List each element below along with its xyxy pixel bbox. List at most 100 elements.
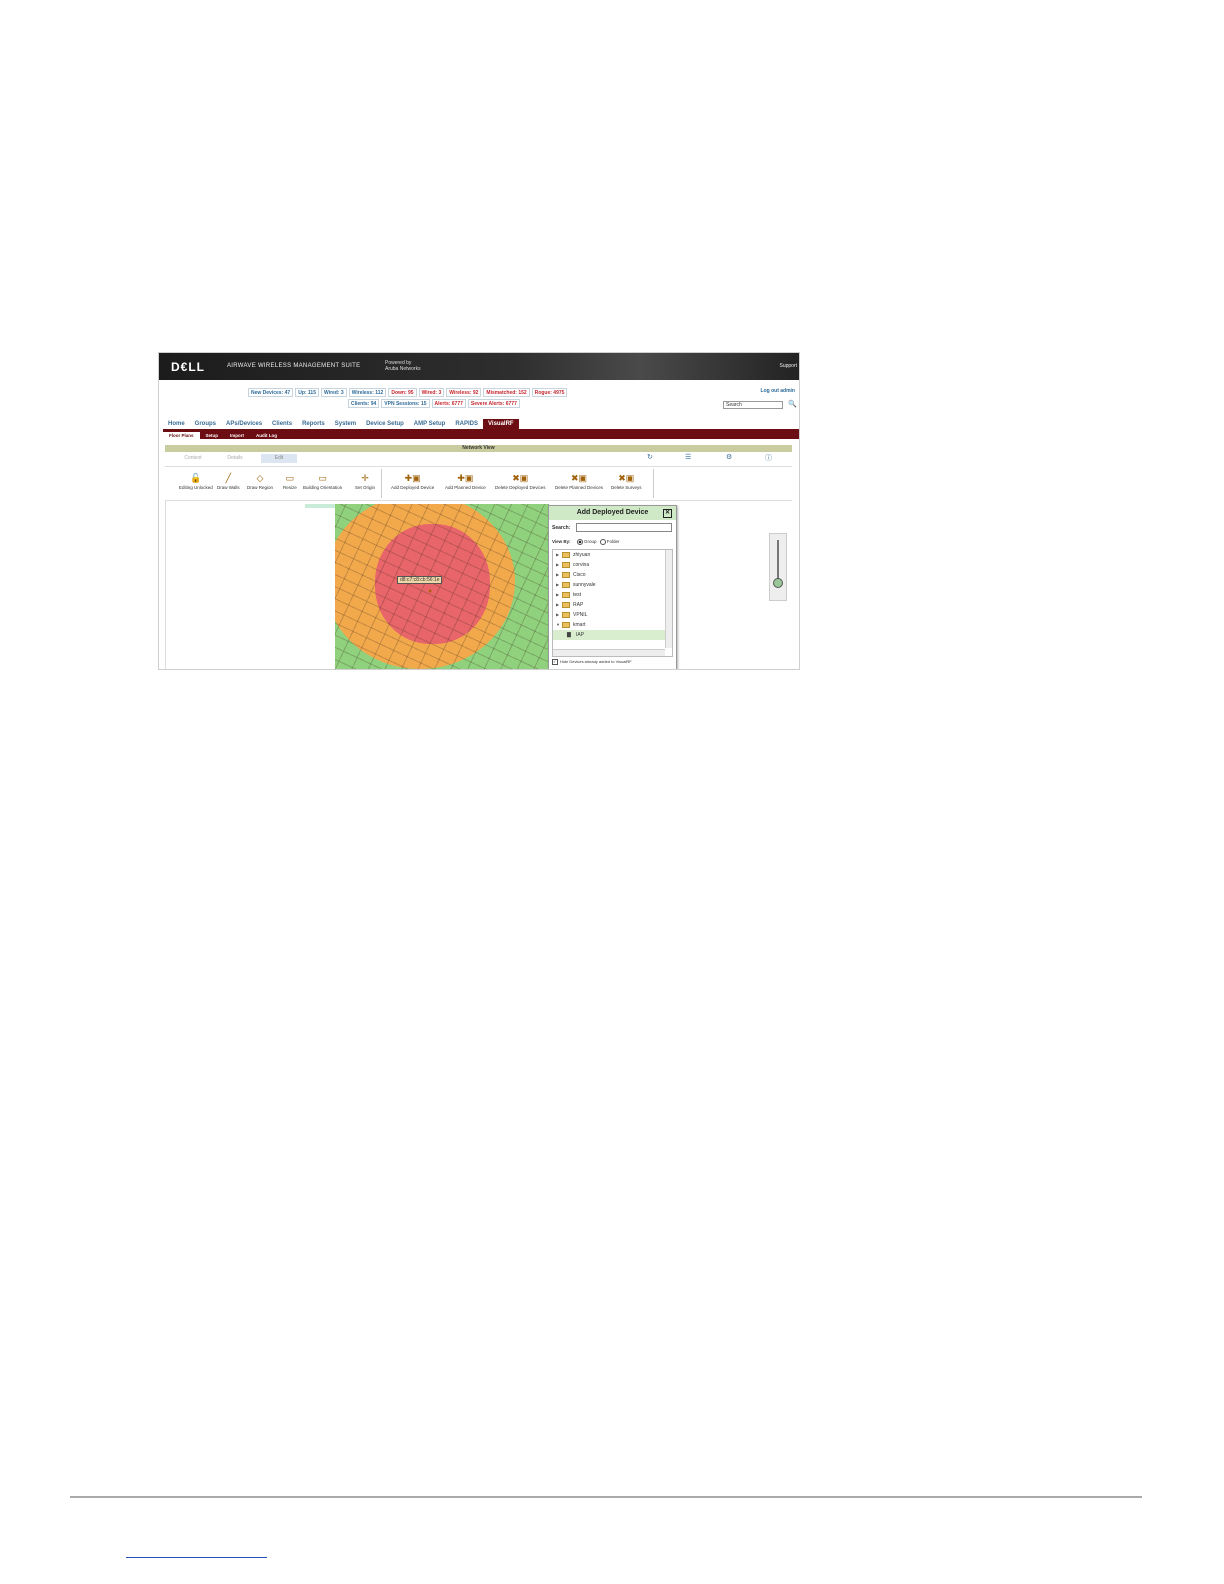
left-pane-divider — [165, 500, 166, 669]
tool-add-deployed-device[interactable]: ✚▣ Add Deployed Device — [391, 471, 434, 491]
tree-node-label: corvina — [573, 562, 590, 568]
tree-node[interactable]: ▶ Cisco — [553, 570, 672, 580]
nav-tab-device-setup[interactable]: Device Setup — [361, 419, 409, 429]
tree-horizontal-scrollbar[interactable] — [553, 649, 665, 656]
tree-node-label: zhiyuan — [573, 552, 591, 558]
tree-node[interactable]: ▶ RAP — [553, 600, 672, 610]
subnav-tab-setup[interactable]: Setup — [200, 432, 225, 439]
tool-draw-region[interactable]: ◇ Draw Region — [247, 471, 273, 491]
tool-draw-walls[interactable]: ╱ Draw Walls — [217, 471, 240, 491]
tool-editing-unlocked[interactable]: 🔓 Editing Unlocked — [179, 471, 213, 491]
toolbar-separator — [381, 469, 382, 498]
powered-by: Powered by Aruba Networks — [385, 360, 421, 372]
status-counter[interactable]: Up: 115 — [295, 388, 319, 397]
tree-node[interactable]: ▶ test — [553, 590, 672, 600]
help-icon[interactable]: ⓘ — [765, 453, 772, 463]
search-icon[interactable]: 🔍 — [788, 400, 797, 408]
folder-icon — [562, 571, 570, 578]
floor-plan-map[interactable]: d8:c7:c8:cb:56:1e ● — [335, 504, 549, 669]
close-icon[interactable]: ✕ — [663, 509, 672, 518]
tree-node[interactable]: ▶ corvina — [553, 560, 672, 570]
access-point-icon[interactable]: ● — [428, 588, 432, 595]
status-counter[interactable]: Wired: 3 — [418, 388, 445, 397]
hide-devices-checkbox[interactable]: ✓ — [552, 659, 558, 665]
nav-tab-groups[interactable]: Groups — [190, 419, 221, 429]
refresh-icon[interactable]: ↻ — [647, 453, 653, 461]
zoom-handle[interactable] — [773, 578, 783, 588]
tool-add-planned-device[interactable]: ✚▣ Add Planned Device — [445, 471, 486, 491]
logout-link[interactable]: Log out admin — [761, 388, 795, 394]
status-counter[interactable]: Severe Alerts: 6777 — [467, 399, 520, 408]
tree-node-label: RAP — [573, 602, 584, 608]
subnav-tab-import[interactable]: Import — [224, 432, 250, 439]
tree-node-label: kmart — [573, 622, 586, 628]
resize-icon: ▭ — [285, 473, 295, 483]
tool-label: Draw Walls — [217, 485, 240, 490]
view-by-group-radio[interactable] — [576, 539, 583, 545]
status-counter[interactable]: Mismatched: 152 — [483, 388, 530, 397]
nav-tab-rapids[interactable]: RAPIDS — [450, 419, 483, 429]
status-counter[interactable]: Alerts: 6777 — [431, 399, 466, 408]
mode-details[interactable]: Details — [217, 454, 253, 463]
status-counter[interactable]: Down: 95 — [388, 388, 417, 397]
status-counter[interactable]: Wired: 3 — [321, 388, 347, 397]
tree-node-child[interactable]: ▇ IAP — [553, 630, 672, 640]
status-counter[interactable]: Rogue: 4975 — [531, 388, 568, 397]
tool-label: Editing Unlocked — [179, 485, 213, 490]
tree-node[interactable]: ▶ zhiyuan — [553, 550, 672, 560]
status-counter[interactable]: Wireless: 92 — [446, 388, 482, 397]
nav-tab-amp-setup[interactable]: AMP Setup — [409, 419, 451, 429]
subnav-tab-floor-plans[interactable]: Floor Plans — [163, 432, 200, 439]
tool-label: Delete Planned Devices — [555, 485, 604, 490]
subnav-tab-audit-log[interactable]: Audit Log — [250, 432, 283, 439]
tree-node[interactable]: ▶ VPNIL — [553, 610, 672, 620]
tree-vertical-scrollbar[interactable] — [665, 550, 672, 648]
settings-icon[interactable]: ⚙ — [726, 453, 732, 461]
status-counter[interactable]: Clients: 94 — [348, 399, 380, 408]
tool-delete-surveys[interactable]: ✖▣ Delete Surveys — [611, 471, 642, 491]
device-search-input[interactable] — [576, 523, 672, 532]
list-icon[interactable]: ☰ — [685, 453, 691, 461]
tree-node-label: test — [573, 592, 582, 598]
add-deployed-device-dialog: Add Deployed Device ✕ Search: View By: G… — [548, 505, 677, 669]
folder-icon — [562, 581, 570, 588]
delete-survey-icon: ✖▣ — [618, 473, 635, 483]
set-origin-icon: ✛ — [361, 473, 369, 483]
draw-region-icon: ◇ — [256, 473, 264, 483]
tool-set-origin[interactable]: ✛ Set Origin — [355, 471, 375, 491]
search-input[interactable]: Search — [723, 401, 783, 409]
nav-tab-reports[interactable]: Reports — [297, 419, 330, 429]
tool-delete-deployed-devices[interactable]: ✖▣ Delete Deployed Devices — [495, 471, 546, 491]
draw-walls-icon: ╱ — [225, 473, 231, 483]
main-nav: Home Groups APs/Devices Clients Reports Syste… — [163, 419, 799, 432]
tree-node-label: sunnyvale — [573, 582, 596, 588]
page-footer-link[interactable] — [126, 1557, 267, 1558]
status-counter[interactable]: VPN Sessions: 15 — [381, 399, 430, 408]
tool-delete-planned-devices[interactable]: ✖▣ Delete Planned Devices — [555, 471, 603, 491]
tool-resize[interactable]: ▭ Resize — [283, 471, 297, 491]
device-label[interactable]: d8:c7:c8:cb:56:1e — [397, 576, 443, 584]
nav-tab-clients[interactable]: Clients — [267, 419, 297, 429]
tool-building-orientation[interactable]: ▭ Building Orientation — [303, 471, 342, 491]
status-counter[interactable]: New Devices: 47 — [248, 388, 294, 397]
mode-context[interactable]: Context — [175, 454, 211, 463]
nav-tab-home[interactable]: Home — [163, 419, 190, 429]
tree-node[interactable]: ▶ sunnyvale — [553, 580, 672, 590]
view-by-row: View By: Group Folder — [552, 539, 620, 545]
network-view-title: Network View — [165, 445, 792, 452]
view-by-folder-radio[interactable] — [599, 539, 606, 545]
tree-node-label: IAP — [576, 632, 585, 638]
mode-bar: Context Details Edit ↻ ☰ ⚙ ⓘ — [165, 452, 792, 464]
hide-devices-label: Hide Devices already added to VisualRF — [560, 659, 632, 665]
nav-tab-aps-devices[interactable]: APs/Devices — [221, 419, 267, 429]
mode-edit[interactable]: Edit — [261, 454, 297, 463]
dialog-title-text: Add Deployed Device — [576, 509, 649, 516]
tree-node[interactable]: ▼ kmart — [553, 620, 672, 630]
tool-label: Building Orientation — [303, 485, 343, 490]
nav-tab-visualrf[interactable]: VisualRF — [483, 419, 519, 429]
status-counter[interactable]: Wireless: 112 — [348, 388, 387, 397]
zoom-slider[interactable] — [769, 533, 787, 601]
nav-tab-system[interactable]: System — [330, 419, 361, 429]
edit-toolbar: 🔓 Editing Unlocked ╱ Draw Walls ◇ Draw Region… — [165, 466, 792, 501]
support-link[interactable]: Support — [779, 363, 797, 369]
